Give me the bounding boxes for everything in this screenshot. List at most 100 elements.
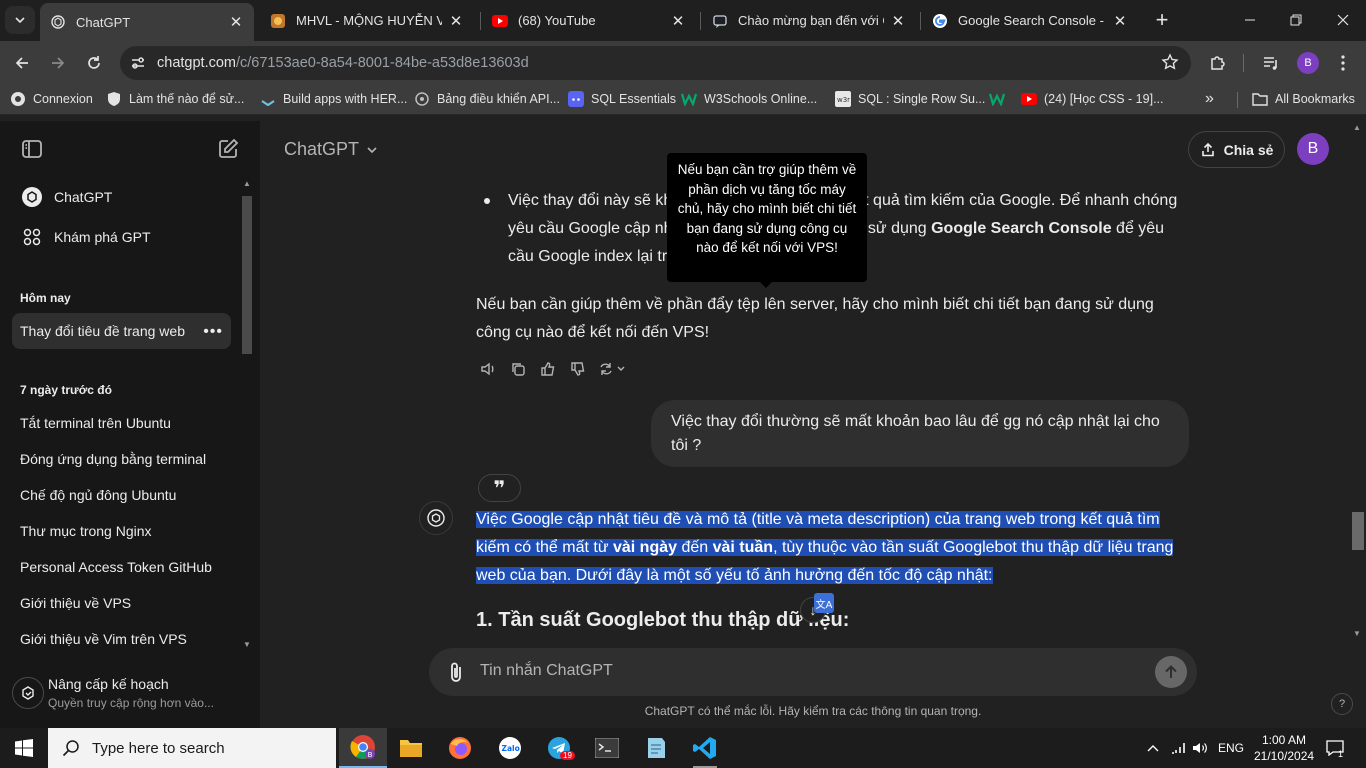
bookmark-heroku[interactable]: Build apps with HER... <box>260 91 407 107</box>
bookmark-label: W3Schools Online... <box>704 92 818 106</box>
bookmark-star-icon[interactable] <box>1161 53 1179 71</box>
share-button[interactable]: Chia sẻ <box>1188 131 1285 168</box>
taskbar-zalo[interactable]: Zalo <box>486 728 534 768</box>
site-info-icon[interactable] <box>128 53 148 73</box>
scroll-down-arrow[interactable]: ▼ <box>243 640 251 649</box>
taskbar-search[interactable]: Type here to search <box>48 728 336 768</box>
tab-search-console[interactable]: Google Search Console - Tìn ✕ <box>922 4 1138 37</box>
message-input-box[interactable]: Tin nhắn ChatGPT <box>429 648 1197 696</box>
bookmark-connexion[interactable]: Connexion <box>10 91 93 107</box>
chat-sidebar: ChatGPT Khám phá GPT Hôm nay Thay đổi ti… <box>0 121 260 728</box>
bookmark-api-dashboard[interactable]: Bảng điều khiển API... <box>414 91 560 107</box>
tab-mhvl[interactable]: MHVL - MỘNG HUYỄN VÕ L ✕ <box>260 4 474 37</box>
sidebar-scrollbar-thumb[interactable] <box>242 196 252 354</box>
close-tab-icon[interactable]: ✕ <box>1112 13 1128 30</box>
history-item[interactable]: Thư mục trong Nginx <box>20 523 220 539</box>
copy-icon[interactable] <box>508 359 528 379</box>
taskbar-notepad[interactable] <box>632 728 680 768</box>
history-item[interactable]: Tắt terminal trên Ubuntu <box>20 415 220 431</box>
volume-icon[interactable] <box>1190 728 1210 768</box>
taskbar-chrome[interactable]: B <box>339 728 387 768</box>
attach-icon[interactable] <box>446 660 466 684</box>
close-tab-icon[interactable]: ✕ <box>228 14 244 31</box>
all-bookmarks-button[interactable]: All Bookmarks <box>1252 91 1355 107</box>
w3schools-icon <box>989 91 1005 107</box>
toggle-sidebar-button[interactable] <box>20 137 44 161</box>
w3r-icon: w3r <box>835 91 851 107</box>
clock[interactable]: 1:00 AM 21/10/2024 <box>1254 732 1314 764</box>
thumbs-down-icon[interactable] <box>568 359 588 379</box>
history-group-today: Hôm nay <box>20 291 71 305</box>
history-item[interactable]: Chế độ ngủ đông Ubuntu <box>20 487 220 503</box>
send-button[interactable] <box>1155 656 1187 688</box>
quote-button[interactable]: ❞ <box>478 474 521 502</box>
more-bookmarks-button[interactable]: » <box>1205 90 1214 108</box>
reload-button[interactable] <box>80 49 108 77</box>
back-button[interactable] <box>8 49 36 77</box>
history-item[interactable]: Giới thiệu về VPS <box>20 595 220 611</box>
bookmark-w3schools-2[interactable] <box>989 91 1012 107</box>
new-chat-button[interactable] <box>216 137 240 161</box>
bookmark-lam-the-nao[interactable]: Làm thế nào để sử... <box>106 91 244 107</box>
history-item-active[interactable]: Thay đổi tiêu đề trang web ••• <box>12 313 231 349</box>
thumbs-up-icon[interactable] <box>538 359 558 379</box>
read-aloud-icon[interactable] <box>478 359 498 379</box>
game-icon <box>270 13 286 29</box>
assistant-paragraph: Nếu bạn cần giúp thêm về phần đẩy tệp lê… <box>476 296 1154 341</box>
bookmark-youtube-css[interactable]: (24) [Học CSS - 19]... <box>1021 91 1163 107</box>
history-item[interactable]: Đóng ứng dụng bằng terminal <box>20 451 220 467</box>
tab-google-welcome[interactable]: Chào mừng bạn đến với Goo ✕ <box>702 4 916 37</box>
scroll-up-arrow[interactable]: ▲ <box>243 179 251 188</box>
forward-button[interactable] <box>44 49 72 77</box>
taskbar-file-explorer[interactable] <box>387 728 435 768</box>
extensions-button[interactable] <box>1204 49 1232 77</box>
tab-search-button[interactable] <box>5 6 35 34</box>
tab-youtube[interactable]: (68) YouTube ✕ <box>482 4 696 37</box>
more-options-icon[interactable]: ••• <box>203 323 223 341</box>
close-tab-icon[interactable]: ✕ <box>670 13 686 30</box>
close-window-button[interactable] <box>1320 0 1366 40</box>
sidebar-item-chatgpt[interactable]: ChatGPT <box>12 179 231 215</box>
regenerate-icon[interactable] <box>598 359 628 379</box>
taskbar-terminal[interactable] <box>583 728 631 768</box>
minimize-button[interactable] <box>1227 0 1273 40</box>
network-icon[interactable] <box>1168 728 1188 768</box>
taskbar-firefox[interactable] <box>436 728 484 768</box>
grid-icon <box>20 225 44 249</box>
browser-menu-button[interactable] <box>1329 49 1357 77</box>
upgrade-subtitle: Quyền truy cập rộng hơn vào... <box>48 696 214 710</box>
disclaimer: ChatGPT có thể mắc lỗi. Hãy kiểm tra các… <box>644 704 982 718</box>
puzzle-icon <box>1211 56 1225 70</box>
media-control-button[interactable] <box>1257 49 1285 77</box>
bookmark-sql-single-row[interactable]: w3r SQL : Single Row Su... <box>835 91 985 107</box>
reload-icon <box>88 56 100 69</box>
main-scrollbar-thumb[interactable] <box>1352 512 1364 550</box>
scroll-up-arrow[interactable]: ▲ <box>1353 123 1361 132</box>
close-tab-icon[interactable]: ✕ <box>448 13 464 30</box>
upgrade-plan-button[interactable]: Nâng cấp kế hoạch Quyền truy cập rộng hơ… <box>12 673 242 717</box>
profile-avatar[interactable]: B <box>1297 52 1319 74</box>
user-avatar[interactable]: B <box>1297 133 1329 165</box>
restore-button[interactable] <box>1273 0 1319 40</box>
tab-chatgpt[interactable]: ChatGPT ✕ <box>40 3 254 41</box>
start-button[interactable] <box>0 728 48 768</box>
new-tab-button[interactable]: + <box>1150 7 1174 32</box>
bookmark-sql-essentials[interactable]: SQL Essentials <box>568 91 676 107</box>
scroll-down-arrow[interactable]: ▼ <box>1353 629 1361 638</box>
history-item[interactable]: Giới thiệu về Vim trên VPS <box>20 631 220 647</box>
help-button[interactable]: ? <box>1331 693 1353 715</box>
history-item[interactable]: Personal Access Token GitHub <box>20 559 220 575</box>
notification-center-button[interactable]: 1 <box>1318 728 1352 768</box>
youtube-icon <box>492 13 508 29</box>
language-indicator[interactable]: ENG <box>1214 728 1248 768</box>
translate-icon[interactable]: 文A <box>814 593 834 613</box>
address-field[interactable]: chatgpt.com/c/67153ae0-8a54-8001-84be-a5… <box>120 46 1191 80</box>
tray-overflow-icon[interactable] <box>1143 728 1163 768</box>
close-tab-icon[interactable]: ✕ <box>890 13 906 30</box>
model-selector[interactable]: ChatGPT <box>284 139 378 160</box>
taskbar-vscode[interactable] <box>681 728 729 768</box>
taskbar-telegram[interactable]: 19 <box>535 728 583 768</box>
bookmark-w3schools[interactable]: W3Schools Online... <box>681 91 817 107</box>
sidebar-item-explore-gpts[interactable]: Khám phá GPT <box>12 219 231 255</box>
w3schools-icon <box>681 91 697 107</box>
